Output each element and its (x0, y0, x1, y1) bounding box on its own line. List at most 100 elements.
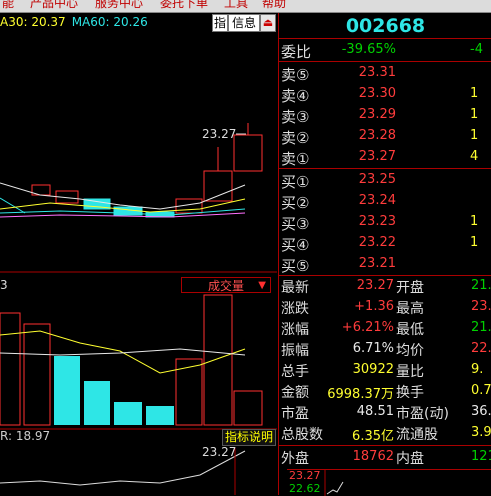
stat-value: 30922 (352, 362, 394, 377)
ask-row-4[interactable]: 卖④ 23.30 1 (279, 84, 491, 105)
stat-value: 22. (471, 341, 491, 356)
ask-volume: 1 (470, 128, 479, 143)
ratio-row: 委比 -39.65% -4 (279, 40, 491, 61)
bid-row-1[interactable]: 买① 23.25 (279, 170, 491, 191)
bid-row-3[interactable]: 买③ 23.23 1 (279, 212, 491, 233)
bid-price: 23.23 (358, 214, 396, 229)
ratio-extra: -4 (470, 42, 483, 57)
stat-row-change: 涨跌 +1.36 最高 23. (279, 297, 491, 318)
bid-row-4[interactable]: 买④ 23.22 1 (279, 233, 491, 254)
stat-label: 外盘 (281, 451, 309, 467)
kline-chart-area[interactable]: A30: 20.37 MA60: 20.26 指 信息 ⏏ 23.27 3 成交… (0, 13, 277, 495)
ask-label: 卖④ (281, 87, 310, 105)
stat-value: 36. (471, 404, 491, 419)
bid-label: 买① (281, 173, 310, 191)
bid-volume: 1 (470, 214, 479, 229)
kline-svg (0, 123, 277, 495)
volume-title: 3 (0, 278, 8, 292)
indicator-help-button[interactable]: 指标说明 (222, 429, 276, 446)
ask-volume: 1 (470, 107, 479, 122)
stat-value: 48.51 (356, 404, 394, 419)
bid-row-2[interactable]: 买② 23.24 (279, 191, 491, 212)
ask-row-3[interactable]: 卖③ 23.29 1 (279, 105, 491, 126)
menu-item-function[interactable]: 能 (2, 0, 14, 11)
stat-value: 3.90 (471, 425, 491, 440)
ask-label: 卖② (281, 129, 310, 147)
stat-label: 市盈 (281, 406, 309, 422)
stat-label: 换手 (396, 385, 424, 401)
stat-label: 最低 (396, 322, 424, 338)
menu-item-orders[interactable]: 委托下单 (160, 0, 208, 11)
stat-label: 开盘 (396, 280, 424, 296)
ask-price: 23.28 (358, 128, 396, 143)
ask-price: 23.30 (358, 86, 396, 101)
stat-row-shares: 总股数 6.35亿 流通股 3.90 (279, 423, 491, 444)
bid-volume: 1 (470, 235, 479, 250)
stat-value: 21. (471, 278, 491, 293)
stat-label: 总手 (281, 364, 309, 380)
stat-row-pct: 涨幅 +6.21% 最低 21. (279, 318, 491, 339)
volume-indicator-label: 成交量 (208, 279, 245, 293)
ask-label: 卖⑤ (281, 66, 310, 84)
bid-price: 23.25 (358, 172, 396, 187)
menu-item-products[interactable]: 产品中心 (30, 0, 78, 11)
stat-label: 市盈(动) (396, 406, 449, 422)
ask-label: 卖① (281, 150, 310, 168)
chevron-down-icon: ▼ (258, 280, 266, 291)
stat-row-outer: 外盘 18762 内盘 121 (279, 447, 491, 468)
candle-7 (203, 170, 233, 202)
stat-value: 9. (471, 362, 484, 377)
ask-volume: 1 (470, 86, 479, 101)
stat-value: 18762 (352, 449, 394, 464)
bid-price: 23.21 (358, 256, 396, 271)
stat-label: 量比 (396, 364, 424, 380)
ask-row-5[interactable]: 卖⑤ 23.31 (279, 63, 491, 84)
stat-label: 最高 (396, 301, 424, 317)
stat-row-volume: 总手 30922 量比 9. (279, 360, 491, 381)
ask-row-1[interactable]: 卖① 23.27 4 (279, 147, 491, 168)
stat-label: 涨幅 (281, 322, 309, 338)
ask-price: 23.27 (358, 149, 396, 164)
stat-value: 6.35亿 (352, 429, 394, 444)
stat-value: 23. (471, 299, 491, 314)
stat-label: 涨跌 (281, 301, 309, 317)
bid-price: 23.24 (358, 193, 396, 208)
stat-value: 121 (471, 449, 491, 464)
ask-label: 卖③ (281, 108, 310, 126)
menu-item-help[interactable]: 帮助 (262, 0, 286, 11)
stat-label: 最新 (281, 280, 309, 296)
stat-label: 金额 (281, 385, 309, 401)
bid-label: 买② (281, 194, 310, 212)
stat-value: 0.7 (471, 383, 491, 398)
ratio-value: -39.65% (341, 42, 396, 57)
stat-row-pe: 市盈 48.51 市盈(动) 36. (279, 402, 491, 423)
bid-label: 买⑤ (281, 257, 310, 275)
candle-0 (0, 197, 26, 214)
stat-label: 总股数 (281, 427, 323, 443)
quote-panel: 002668 委比 -39.65% -4 卖⑤ 23.31 卖④ 23.30 1… (278, 13, 491, 495)
stat-row-amount: 金额 6998.37万 换手 0.7 (279, 381, 491, 402)
menu-item-tools[interactable]: 工具 (224, 0, 248, 11)
bid-label: 买③ (281, 215, 310, 233)
menu-bar: 能 产品中心 服务中心 委托下单 工具 帮助 (0, 0, 491, 13)
volume-bars (0, 294, 263, 426)
candle-8 (233, 134, 263, 172)
stat-value: +1.36 (354, 299, 394, 314)
stat-value: 21. (471, 320, 491, 335)
volume-indicator-select[interactable]: 成交量 ▼ (181, 277, 271, 293)
bid-row-5[interactable]: 买⑤ 23.21 (279, 254, 491, 275)
high-price-label: 23.27 (202, 127, 237, 141)
ask-row-2[interactable]: 卖② 23.28 1 (279, 126, 491, 147)
stat-label: 均价 (396, 343, 424, 359)
ask-volume: 4 (470, 149, 479, 164)
indicator-value-label: R: 18.97 (0, 429, 51, 443)
mini-price-chart: 23.27 22.62 (287, 469, 491, 496)
stat-value: +6.21% (341, 320, 394, 335)
menu-item-services[interactable]: 服务中心 (95, 0, 143, 11)
stat-value: 23.27 (356, 278, 394, 293)
ask-price: 23.29 (358, 107, 396, 122)
stat-row-amplitude: 振幅 6.71% 均价 22. (279, 339, 491, 360)
stock-code: 002668 (345, 15, 426, 37)
stat-value: 6.71% (352, 341, 394, 356)
ma-line-white (0, 182, 246, 210)
